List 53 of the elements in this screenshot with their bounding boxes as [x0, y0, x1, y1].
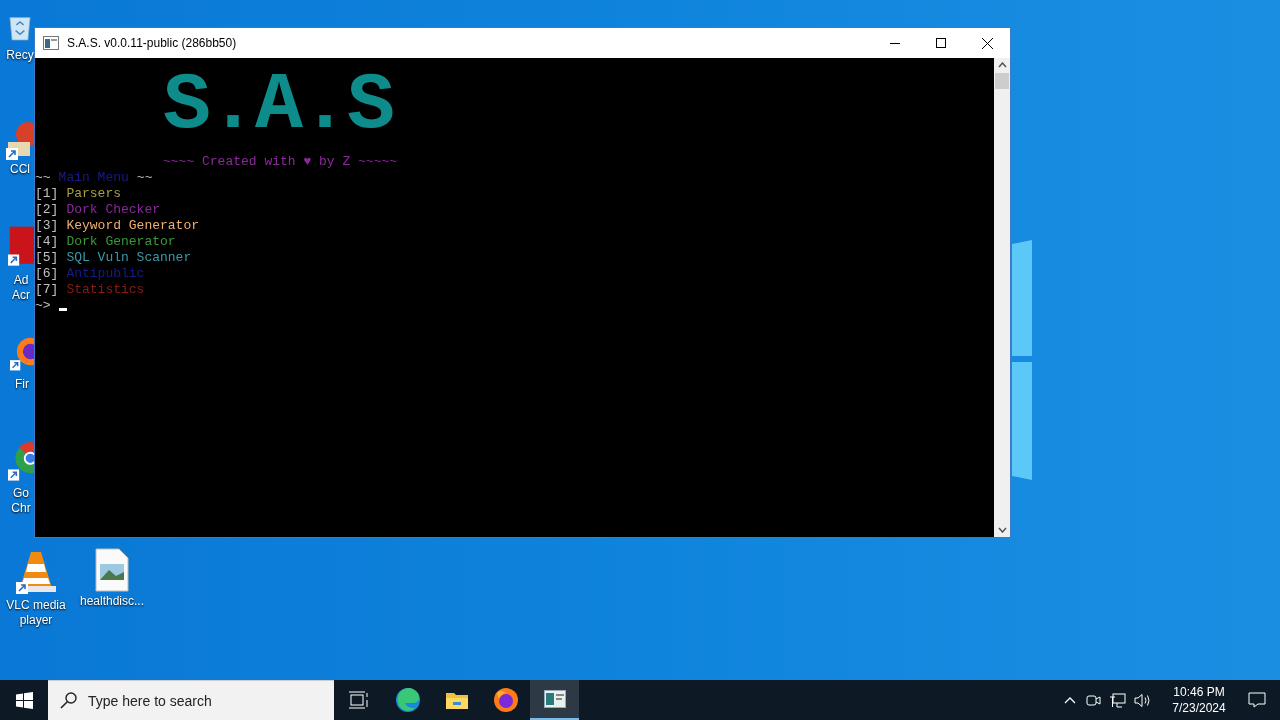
- menu-number: [1]: [35, 186, 59, 202]
- desktop-icon-label[interactable]: healthdisc...: [79, 594, 144, 609]
- chevron-up-icon[interactable]: [1064, 696, 1076, 704]
- desktop-icon-label[interactable]: Recy: [6, 48, 34, 63]
- close-icon: [981, 37, 993, 49]
- scrollbar[interactable]: [994, 58, 1010, 537]
- scrollbar-thumb[interactable]: [995, 73, 1009, 89]
- task-view-icon: [348, 691, 369, 709]
- notification-icon[interactable]: [1248, 692, 1266, 708]
- tilde-decoration: ~~: [35, 170, 51, 186]
- maximize-icon: [936, 38, 946, 48]
- speaker-icon[interactable]: [1134, 692, 1152, 708]
- minimize-icon: [890, 42, 900, 44]
- ascii-logo: S.A.S: [163, 59, 394, 153]
- window-title: S.A.S. v0.0.11-public (286bb50): [67, 35, 237, 52]
- desktop-icon-label[interactable]: Ad Acr: [8, 273, 34, 303]
- search-icon: [60, 692, 77, 709]
- menu-number: [2]: [35, 202, 59, 218]
- browser-icon: [394, 687, 421, 713]
- console-window-icon: [543, 690, 566, 708]
- search-field[interactable]: Type here to search: [48, 680, 334, 720]
- menu-option[interactable]: Keyword Generator: [66, 218, 200, 234]
- taskbar-app-button[interactable]: [530, 680, 579, 720]
- menu-number: [5]: [35, 250, 59, 266]
- credit-line: ~~~~ Created with ♥ by Z ~~~~~: [163, 154, 398, 170]
- text-cursor: [58, 307, 67, 311]
- scroll-down-icon[interactable]: [997, 527, 1007, 533]
- clock[interactable]: 10:46 PM 7/23/2024: [1162, 684, 1236, 716]
- menu-number: [3]: [35, 218, 59, 234]
- prompt-symbol: ~>: [35, 298, 51, 314]
- menu-option[interactable]: Dork Generator: [66, 234, 176, 250]
- scroll-up-icon[interactable]: [997, 62, 1007, 68]
- folder-icon: [444, 690, 469, 710]
- camera-icon[interactable]: [1086, 693, 1101, 707]
- browser-icon: [492, 687, 519, 713]
- desktop-icon-label[interactable]: Fir: [15, 377, 29, 392]
- menu-option[interactable]: Dork Checker: [66, 202, 161, 218]
- menu-title: Main Menu: [58, 170, 129, 186]
- tilde-decoration: ~~: [136, 170, 153, 186]
- clock-time: 10:46 PM: [1173, 684, 1225, 700]
- menu-option[interactable]: Parsers: [66, 186, 121, 202]
- desktop-icon-label[interactable]: CCl: [10, 162, 30, 177]
- windows-icon: [15, 691, 33, 709]
- menu-number: [4]: [35, 234, 59, 250]
- desktop-icon-label[interactable]: VLC media player: [4, 598, 68, 628]
- clock-date: 7/23/2024: [1172, 700, 1226, 716]
- image-file-icon: [95, 548, 129, 592]
- menu-option[interactable]: SQL Vuln Scanner: [66, 250, 192, 266]
- network-icon[interactable]: [1109, 692, 1126, 708]
- menu-number: [6]: [35, 266, 59, 282]
- menu-number: [7]: [35, 282, 59, 298]
- desktop-icon-label[interactable]: Go Chr: [8, 486, 34, 516]
- console-app-icon: [43, 36, 59, 50]
